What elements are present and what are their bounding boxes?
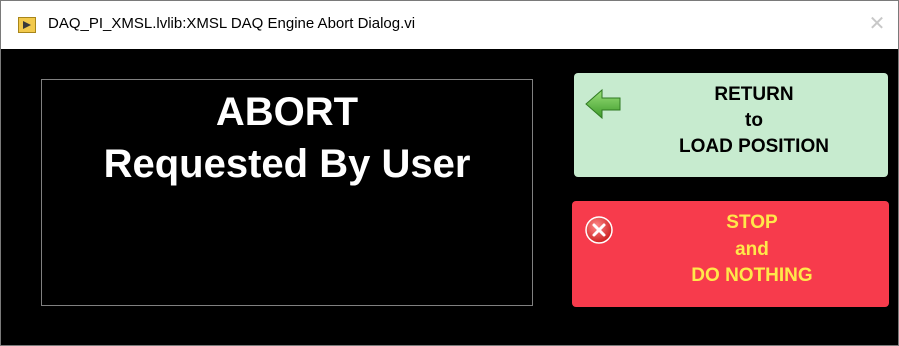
- stop-button-line2: and: [735, 239, 769, 260]
- red-x-circle-icon: [584, 215, 614, 250]
- abort-heading: ABORT: [215, 90, 359, 134]
- return-button-line3: LOAD POSITION: [679, 136, 829, 157]
- title-bar: DAQ_PI_XMSL.lvlib:XMSL DAQ Engine Abort …: [1, 1, 898, 49]
- return-button-line1: RETURN: [714, 84, 794, 105]
- return-button-line2: to: [745, 110, 763, 131]
- abort-message-box: ABORT Requested By User: [41, 79, 533, 306]
- abort-dialog-window: DAQ_PI_XMSL.lvlib:XMSL DAQ Engine Abort …: [0, 0, 899, 346]
- labview-vi-icon: [18, 17, 36, 33]
- green-left-arrow-icon: [584, 87, 624, 126]
- stop-button-line3: DO NOTHING: [691, 265, 813, 286]
- return-to-load-position-button[interactable]: RETURN to LOAD POSITION: [574, 73, 888, 177]
- close-icon[interactable]: ✕: [864, 11, 890, 37]
- stop-do-nothing-button[interactable]: STOP and DO NOTHING: [572, 201, 889, 307]
- abort-subheading: Requested By User: [103, 142, 471, 186]
- stop-button-line1: STOP: [726, 212, 778, 233]
- window-title: DAQ_PI_XMSL.lvlib:XMSL DAQ Engine Abort …: [48, 15, 416, 32]
